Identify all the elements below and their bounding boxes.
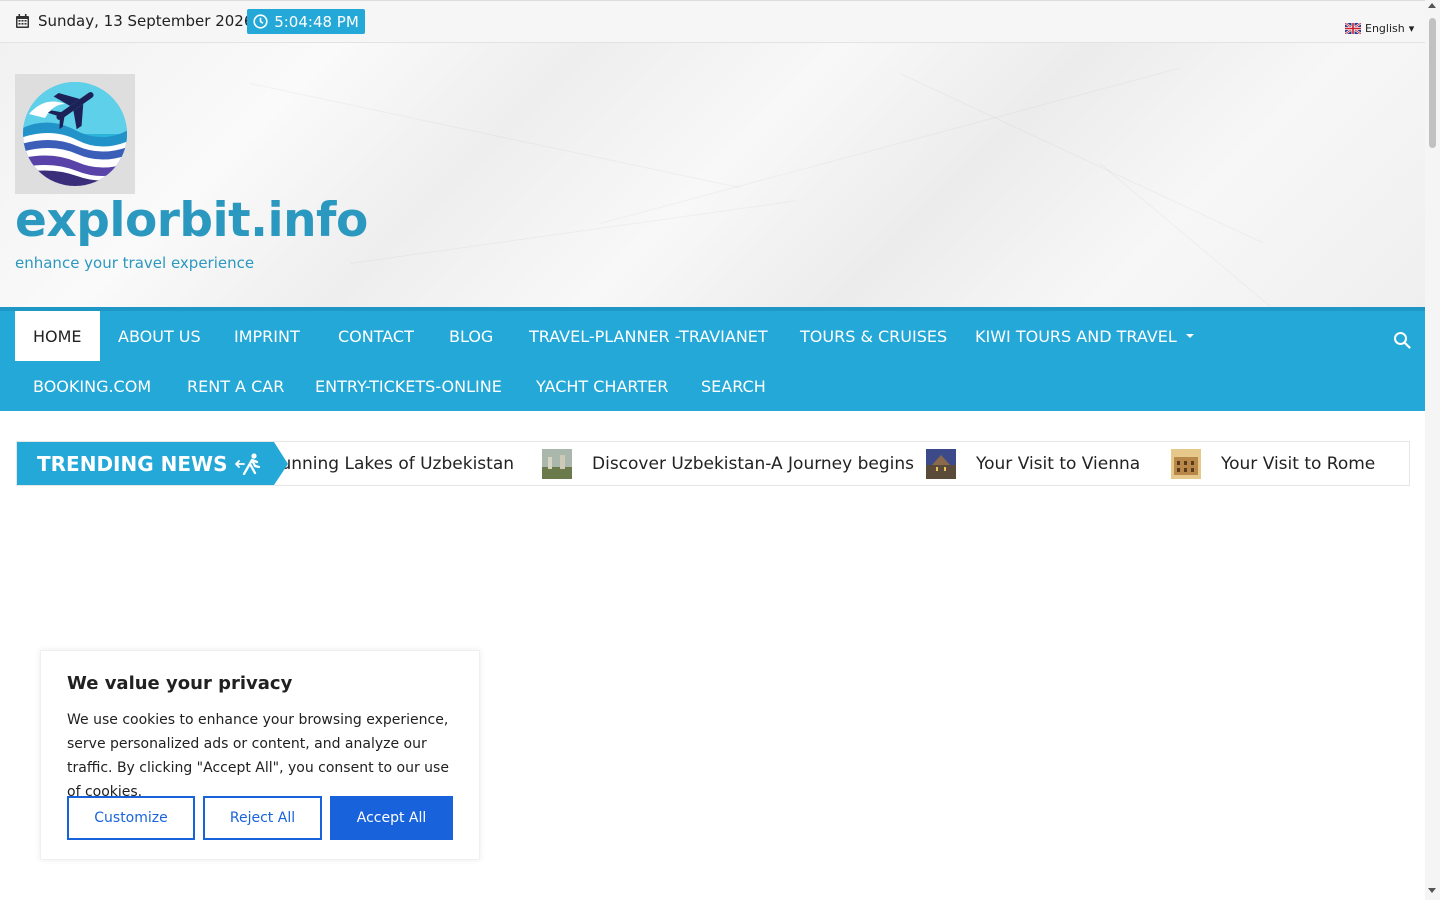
reject-all-button[interactable]: Reject All [203,796,322,840]
clock-icon [253,14,268,29]
ticker-title: Your Visit to Rome [1221,453,1376,474]
scroll-up-arrow-icon[interactable] [1428,3,1436,8]
running-person-icon [235,452,261,475]
cookie-body: We use cookies to enhance your browsing … [67,712,449,800]
ticker-thumbnail [542,448,572,479]
ticker-item[interactable]: Discover Uzbekistan-A Journey begins [542,442,914,485]
language-label: English [1365,22,1405,35]
trending-label-arrow [274,442,288,485]
scroll-down-arrow-icon[interactable] [1428,888,1436,893]
accept-all-button[interactable]: Accept All [330,796,453,840]
time-badge: 5:04:48 PM [247,9,365,34]
nav-search[interactable]: Search [683,361,784,411]
nav-entry-tickets[interactable]: Entry-Tickets-Online [297,361,520,411]
nav-kiwi-tours[interactable]: Kiwi Tours and Travel [957,311,1212,361]
trending-news-text: TRENDING NEWS [37,451,228,476]
nav-yacht-charter[interactable]: Yacht Charter [518,361,686,411]
nav-tours-cruises[interactable]: Tours & Cruises [782,311,965,361]
nav-blog[interactable]: Blog [431,311,511,361]
ticker-title: Discover Uzbekistan-A Journey begins [592,453,914,474]
ticker-title: Your Visit to Vienna [976,453,1141,474]
site-title[interactable]: explorbit.info [15,193,368,248]
nav-kiwi-tours-label: Kiwi Tours and Travel [975,326,1177,346]
search-icon[interactable] [1393,331,1411,349]
language-caret-icon: ▾ [1408,22,1415,35]
customize-button[interactable]: Customize [67,796,195,840]
page-scrollbar[interactable] [1425,0,1440,900]
site-tagline: enhance your travel experience [15,254,255,272]
ticker-item[interactable]: Your Visit to Vienna [926,442,1140,485]
dropdown-caret-icon [1185,334,1194,338]
cookie-consent-dialog: We value your privacy We use cookies to … [40,650,480,860]
nav-booking[interactable]: Booking.com [15,361,169,411]
ticker-thumbnail [1171,448,1201,479]
date-text: Sunday, 13 September 2026 [38,12,254,30]
nav-home[interactable]: Home [15,311,100,361]
nav-rent-a-car[interactable]: Rent a car [169,361,302,411]
ticker-item[interactable]: Your Visit to Rome [1171,442,1375,485]
calendar-icon [16,14,29,28]
ticker-thumbnail [926,448,956,479]
language-selector[interactable]: English ▾ [1345,22,1414,35]
top-bar: Sunday, 13 September 2026 5:04:48 PM Eng… [0,0,1425,43]
main-navigation: Home About Us Imprint Contact Blog Trave… [0,307,1425,411]
uk-flag-icon [1345,23,1361,34]
trending-news-bar: Stunning Lakes of Uzbekistan Discover Uz… [16,441,1410,486]
site-header: explorbit.info enhance your travel exper… [0,43,1425,307]
cookie-title: We value your privacy [67,673,293,694]
scrollbar-thumb[interactable] [1429,18,1436,148]
ticker-item[interactable]: Stunning Lakes of Uzbekistan [263,442,514,485]
nav-imprint[interactable]: Imprint [216,311,318,361]
time-text: 5:04:48 PM [274,12,359,31]
trending-news-label: TRENDING NEWS [17,442,274,485]
site-logo[interactable] [15,74,135,194]
nav-travel-planner[interactable]: Travel-Planner -Travianet [511,311,786,361]
ticker-title: Stunning Lakes of Uzbekistan [263,453,515,474]
nav-about-us[interactable]: About Us [100,311,219,361]
airplane-waves-logo-icon [23,82,127,186]
date-display: Sunday, 13 September 2026 [16,10,253,32]
nav-contact[interactable]: Contact [320,311,432,361]
